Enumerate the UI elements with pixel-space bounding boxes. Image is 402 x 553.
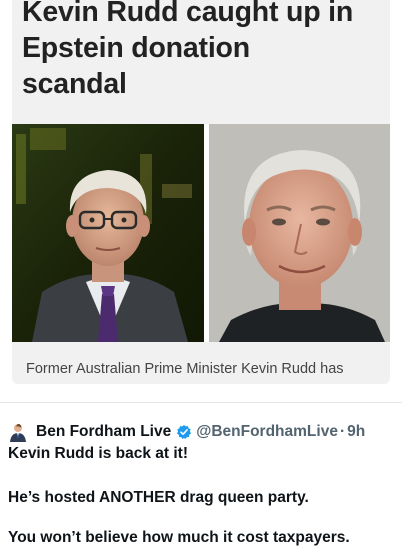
tweet-text-line-1: Kevin Rudd is back at it! — [8, 445, 189, 462]
separator-dot: · — [339, 423, 346, 440]
author-name[interactable]: Ben Fordham Live — [36, 423, 171, 441]
author-handle[interactable]: @BenFordhamLive — [196, 423, 338, 441]
avatar[interactable] — [8, 422, 28, 442]
headline-line-1: Kevin Rudd caught up in — [22, 0, 354, 28]
news-article-card[interactable]: Kevin Rudd caught up in Epstein donation… — [12, 0, 390, 384]
article-photo-right — [209, 124, 390, 342]
article-image-row — [12, 124, 390, 342]
tweet[interactable]: Ben Fordham Live @BenFordhamLive · 9h Ke… — [0, 402, 402, 553]
article-caption: Former Australian Prime Minister Kevin R… — [26, 361, 344, 377]
verified-badge-icon — [177, 425, 192, 439]
tweet-header: Ben Fordham Live @BenFordhamLive · 9h — [8, 421, 365, 443]
article-photo-left — [12, 124, 204, 342]
article-headline[interactable]: Kevin Rudd caught up in Epstein donation… — [22, 0, 384, 102]
tweet-timestamp[interactable]: 9h — [347, 423, 365, 441]
tweet-text-line-2: He’s hosted ANOTHER drag queen party. — [8, 489, 309, 506]
headline-line-3: scandal — [22, 68, 127, 100]
tweet-text-line-3: You won’t believe how much it cost taxpa… — [8, 529, 350, 546]
headline-line-2: Epstein donation — [22, 32, 250, 64]
